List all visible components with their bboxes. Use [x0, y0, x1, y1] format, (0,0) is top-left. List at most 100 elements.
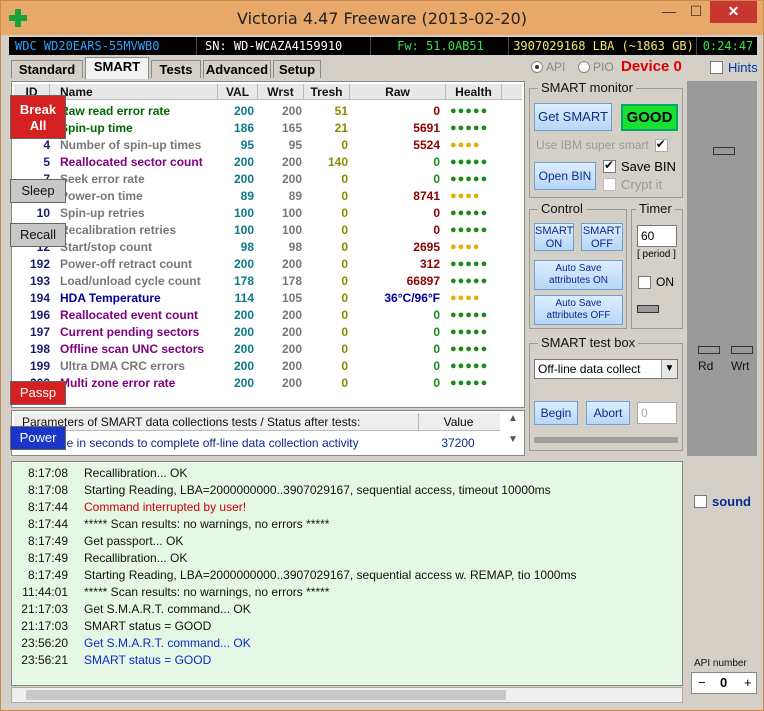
close-button[interactable]: ✕ — [710, 1, 757, 23]
attr-tresh: 0 — [341, 376, 348, 390]
save-bin-label: Save BIN — [621, 159, 676, 174]
table-row[interactable]: 199 Ultra DMA CRC errors 200 200 0 0 ●●●●● — [14, 358, 522, 375]
attr-wrst: 98 — [288, 240, 302, 254]
attr-health: ●●●● — [450, 190, 481, 202]
begin-button[interactable]: Begin — [534, 401, 578, 425]
maximize-button[interactable]: ☐ — [683, 1, 709, 23]
api-radio[interactable]: API — [531, 60, 565, 74]
tab-tests[interactable]: Tests — [151, 60, 201, 78]
table-row[interactable]: 11Recalibration retries10010000●●●●● — [14, 222, 522, 239]
tab-advanced[interactable]: Advanced — [203, 60, 271, 78]
table-row[interactable]: 9Power-on time898908741●●●● — [14, 188, 522, 205]
attr-raw: 0 — [433, 376, 440, 390]
passp-button[interactable]: Passp — [10, 381, 66, 405]
api-plus-button[interactable]: + — [744, 673, 752, 693]
hints-checkbox[interactable]: Hints — [710, 60, 758, 75]
table-row[interactable]: 7Seek error rate20020000●●●●● — [14, 171, 522, 188]
table-row[interactable]: 4 Number of spin-up times 95 95 0 5524 ●●●● — [14, 137, 522, 154]
table-row[interactable]: 192 Power-off retract count 200 200 0 312 ●●●●… — [14, 256, 522, 273]
attr-raw: 5691 — [413, 121, 440, 135]
attr-wrst: 200 — [281, 325, 302, 339]
attr-wrst: 100 — [281, 223, 302, 237]
scroll-up-icon[interactable]: ▲ — [504, 413, 522, 424]
table-row[interactable]: 194 HDA Temperature 114 105 0 36°C/96°F ●●●● — [14, 290, 522, 307]
save-bin-checkbox[interactable]: Save BIN — [603, 158, 676, 174]
api-radio-dot — [531, 61, 543, 73]
timer-on-label: ON — [656, 275, 674, 289]
attr-id: 10 — [36, 206, 50, 220]
table-row[interactable]: 198 Offline scan UNC sectors 200 200 0 0 ●●●●● — [14, 341, 522, 358]
table-row[interactable]: 197 Current pending sectors 200 200 0 0 ●●●●● — [14, 324, 522, 341]
tab-setup[interactable]: Setup — [273, 60, 321, 78]
wrt-indicator — [731, 346, 753, 354]
api-number-spinner[interactable]: − 0 + — [691, 672, 757, 694]
log-message: Recallibration... OK — [84, 466, 188, 480]
table-row[interactable]: 12 Start/stop count 98 98 0 2695 ●●●● — [14, 239, 522, 256]
attr-raw: 0 — [433, 359, 440, 373]
tab-standard[interactable]: Standard — [11, 60, 83, 78]
autosave-on-button[interactable]: Auto Save attributes ON — [534, 260, 623, 290]
smart-monitor-title: SMART monitor — [538, 81, 636, 95]
autosave-off-button[interactable]: Auto Save attributes OFF — [534, 295, 623, 325]
attr-name: Power-off retract count — [60, 257, 193, 271]
timer-on-box — [638, 275, 651, 289]
open-bin-button[interactable]: Open BIN — [534, 162, 596, 190]
test-type-select[interactable]: Off-line data collect ▼ — [534, 359, 678, 379]
params-scrollbar[interactable]: ▲ ▼ — [504, 413, 522, 453]
attr-name: Start/stop count — [60, 240, 152, 254]
power-button[interactable]: Power — [10, 426, 66, 450]
table-row[interactable]: 3Spin-up time186165215691●●●●● — [14, 120, 522, 137]
log-line: 11:44:01 ***** Scan results: no warnings,… — [12, 584, 672, 601]
attr-health: ●●●●● — [450, 122, 489, 134]
break-all-button[interactable]: Break All — [10, 95, 66, 139]
attr-wrst: 200 — [281, 308, 302, 322]
attr-val: 100 — [233, 206, 254, 220]
get-smart-button[interactable]: Get SMART — [534, 103, 612, 131]
table-row[interactable]: 10 Spin-up retries 100 100 0 0 ●●●●● — [14, 205, 522, 222]
attr-wrst: 200 — [281, 342, 302, 356]
table-row[interactable]: 196 Reallocated event count 200 200 0 0 ●●●●● — [14, 307, 522, 324]
test-counter-input[interactable]: 0 — [637, 402, 677, 424]
victoria-window: Victoria 4.47 Freeware (2013-02-20) — ☐ … — [0, 0, 764, 711]
table-row[interactable]: 5 Reallocated sector count 200 200 140 0 ●●●●● — [14, 154, 522, 171]
attr-val: 89 — [240, 189, 254, 203]
table-row[interactable]: 193 Load/unload cycle count 178 178 0 66897 ●●… — [14, 273, 522, 290]
pio-radio[interactable]: PIO — [578, 60, 614, 74]
chevron-down-icon: ▼ — [661, 360, 677, 378]
recall-button[interactable]: Recall — [10, 223, 66, 247]
scrollbar-thumb[interactable] — [26, 690, 506, 700]
timer-input[interactable]: 60 — [637, 225, 677, 247]
smart-off-button[interactable]: SMART OFF — [581, 223, 623, 251]
log-horizontal-scrollbar[interactable] — [11, 687, 683, 703]
window-title: Victoria 4.47 Freeware (2013-02-20) — [237, 9, 527, 28]
attr-wrst: 200 — [281, 257, 302, 271]
sound-label: sound — [712, 494, 751, 509]
table-row[interactable]: 200Multi zone error rate20020000●●●●● — [14, 375, 522, 392]
api-minus-button[interactable]: − — [698, 673, 706, 693]
smart-on-button[interactable]: SMART ON — [534, 223, 574, 251]
params-row[interactable]: Total time in seconds to complete off-li… — [14, 434, 500, 452]
ibm-super-smart-checkbox[interactable]: Use IBM super smart — [536, 137, 673, 152]
event-log: 8:17:08 Recallibration... OK 8:17:08 Starti… — [11, 461, 683, 686]
attr-val: 200 — [233, 342, 254, 356]
tab-smart[interactable]: SMART — [85, 57, 149, 79]
attr-tresh: 0 — [341, 342, 348, 356]
attr-health: ●●●●● — [450, 156, 489, 168]
scroll-down-icon[interactable]: ▼ — [504, 434, 522, 445]
hints-label: Hints — [728, 60, 758, 75]
attr-raw: 8741 — [413, 189, 440, 203]
table-row[interactable]: 1Raw read error rate200200510●●●●● — [14, 103, 522, 120]
attr-val: 98 — [240, 240, 254, 254]
sleep-button[interactable]: Sleep — [10, 179, 66, 203]
attr-health: ●●●●● — [450, 173, 489, 185]
timer-on-checkbox[interactable]: ON — [638, 275, 674, 289]
sound-checkbox[interactable]: sound — [694, 494, 751, 509]
attr-name: Reallocated event count — [60, 308, 199, 322]
attr-val: 178 — [233, 274, 254, 288]
log-message: SMART status = GOOD — [84, 619, 212, 633]
abort-button[interactable]: Abort — [586, 401, 630, 425]
smart-status-badge: GOOD — [621, 104, 678, 131]
attr-tresh: 0 — [341, 291, 348, 305]
minimize-button[interactable]: — — [656, 1, 682, 23]
crypt-it-checkbox[interactable]: Crypt it — [603, 177, 662, 192]
